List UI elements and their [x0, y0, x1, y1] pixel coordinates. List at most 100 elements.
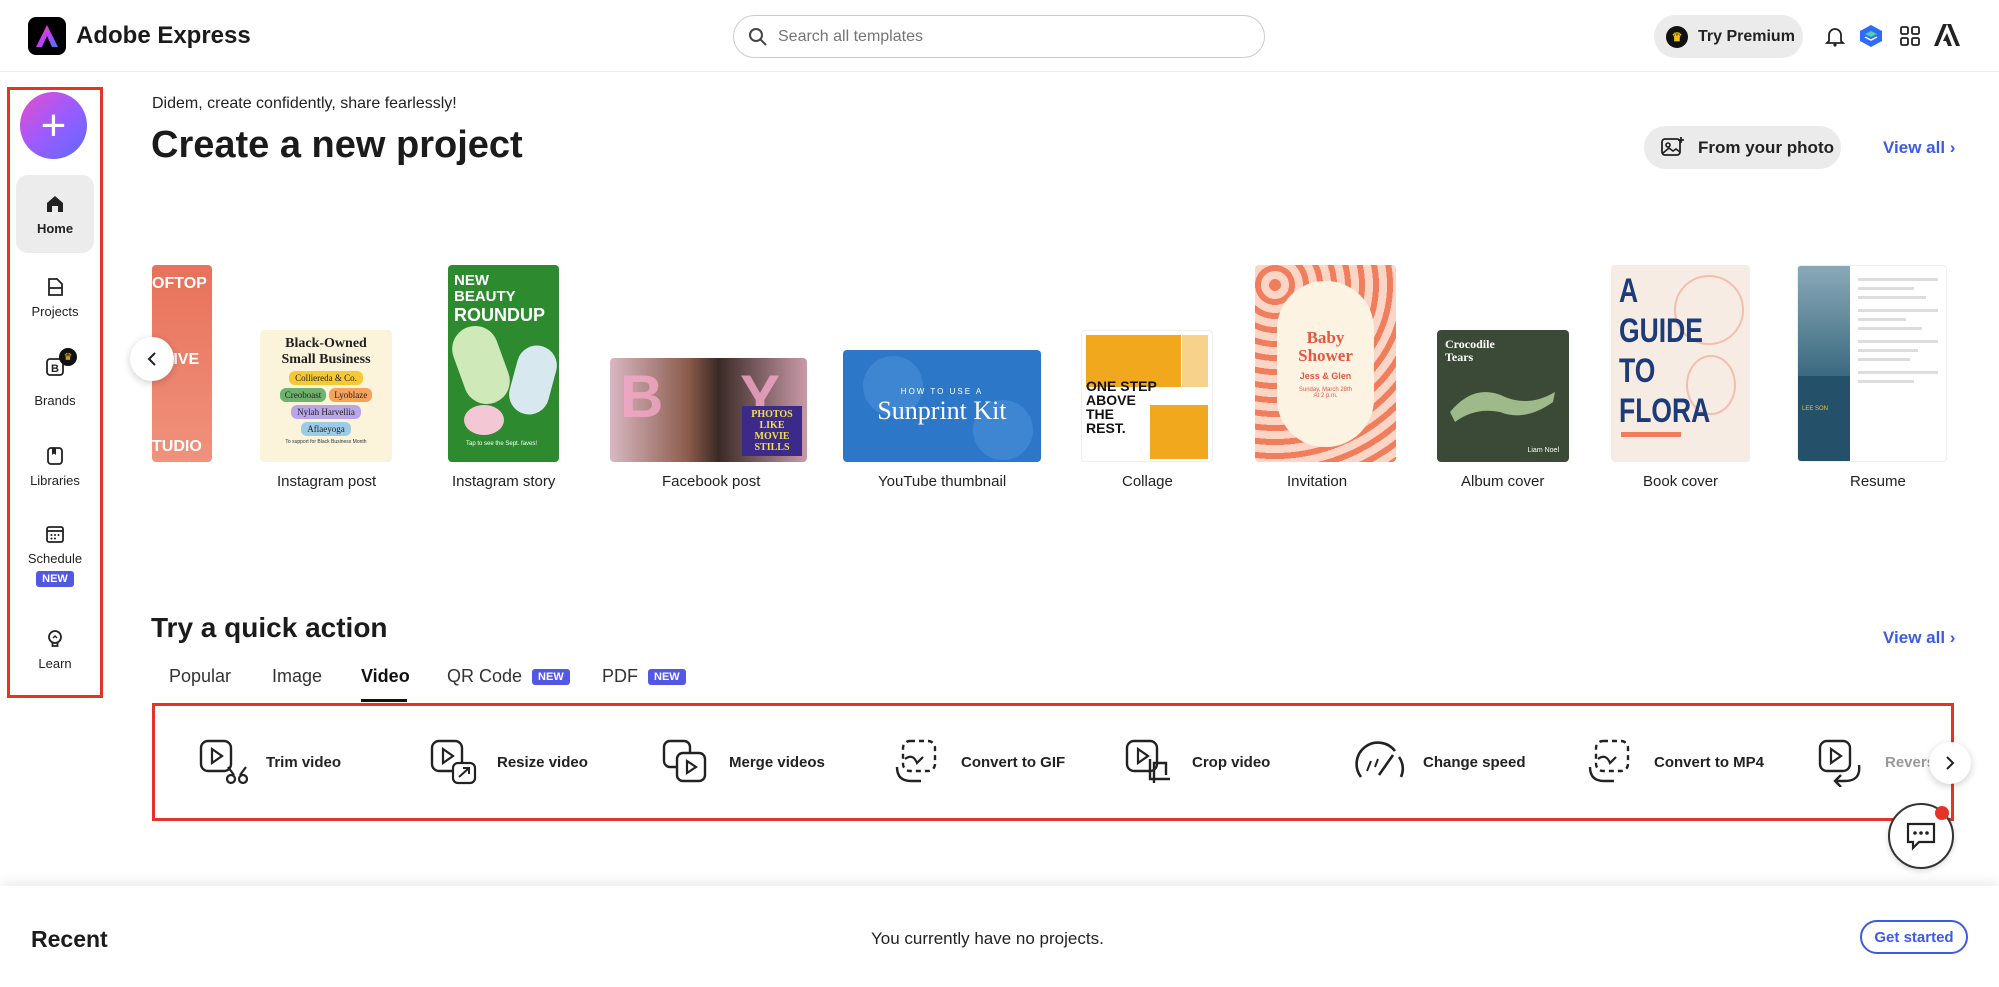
projects-icon: [48, 277, 63, 296]
apps-grid-icon[interactable]: [1896, 22, 1924, 50]
tab-pdf[interactable]: PDF NEW: [602, 666, 686, 687]
speedometer-icon: [1355, 741, 1405, 778]
carousel-previous-button[interactable]: [130, 337, 174, 381]
tab-label: Popular: [169, 666, 232, 686]
quick-action-crop-video[interactable]: Crop video: [1124, 706, 1270, 818]
svg-text:B: B: [51, 363, 59, 375]
template-label: Album cover: [1461, 473, 1545, 490]
view-all-templates-link[interactable]: View all ›: [1883, 138, 1955, 158]
search-input[interactable]: [778, 27, 1218, 46]
view-all-label: View all: [1883, 138, 1946, 157]
quick-action-resize-video[interactable]: Resize video: [429, 706, 588, 818]
active-tab-indicator: [361, 699, 407, 702]
template-label: Invitation: [1287, 473, 1348, 490]
template-thumbnail: A GUIDE TO FLORA: [1611, 265, 1750, 462]
adobe-icon[interactable]: [1933, 22, 1961, 50]
quick-action-label: Resize video: [497, 753, 588, 771]
notifications-bell-icon[interactable]: [1821, 22, 1849, 50]
recent-title: Recent: [31, 926, 108, 952]
sidebar-item-brands[interactable]: B ♛ Brands: [16, 343, 94, 421]
template-text: Nylah Harvellia: [291, 405, 361, 419]
from-your-photo-label: From your photo: [1698, 137, 1834, 157]
quick-action-change-speed[interactable]: Change speed: [1355, 706, 1526, 818]
template-text: TUDIO: [152, 438, 202, 455]
top-bar: Adobe Express ♛ Try Premium: [0, 0, 1999, 72]
template-text: FLORA: [1619, 392, 1711, 430]
template-text: ONE STEP: [1086, 378, 1157, 394]
reverse-video-icon: [1818, 739, 1861, 787]
convert-to-gif-icon: [895, 739, 937, 783]
quick-action-reverse-video[interactable]: Revers: [1817, 706, 1935, 818]
sidebar-item-libraries[interactable]: Libraries: [16, 427, 94, 505]
tab-popular[interactable]: Popular: [169, 666, 231, 687]
merge-videos-icon: [662, 739, 707, 783]
template-text: Sunprint Kit: [877, 395, 1007, 425]
template-text: A: [1619, 272, 1639, 310]
adobe-express-logo[interactable]: [28, 17, 66, 55]
tab-label: Video: [361, 666, 410, 686]
template-label: Instagram story: [452, 473, 556, 490]
quick-action-trim-video[interactable]: Trim video: [198, 706, 341, 818]
template-label: Facebook post: [662, 473, 761, 490]
template-text: Jess & Glen: [1299, 371, 1352, 381]
template-text: NEW BEAUTY: [454, 272, 516, 305]
photo-add-icon: [1661, 136, 1684, 156]
template-text: HOW TO USE A: [900, 386, 984, 396]
template-thumbnail: Crocodile Tears Liam Noel: [1437, 330, 1569, 462]
try-premium-label: Try Premium: [1698, 27, 1795, 45]
avatar[interactable]: [1857, 22, 1885, 50]
template-thumbnail: LEE SON: [1797, 265, 1947, 462]
quick-action-label: Change speed: [1423, 753, 1526, 771]
sidebar-item-home[interactable]: Home: [16, 175, 94, 253]
quick-action-label: Revers: [1885, 753, 1936, 771]
create-new-button[interactable]: +: [20, 92, 87, 159]
template-label: Collage: [1122, 473, 1173, 490]
template-text: Colliereda & Co.: [289, 371, 363, 385]
sidebar-item-projects[interactable]: Projects: [16, 258, 94, 336]
template-text: Black-Owned: [285, 336, 367, 351]
template-thumbnail: HOW TO USE A Sunprint Kit: [843, 350, 1041, 462]
template-text: Tap to see the Sept. faves!: [466, 441, 538, 447]
view-all-label: View all: [1883, 628, 1946, 647]
trim-video-icon: [199, 739, 248, 785]
tab-qr-code[interactable]: QR Code NEW: [447, 666, 570, 687]
tab-video[interactable]: Video: [361, 666, 410, 687]
libraries-icon: [47, 446, 63, 465]
premium-crown-icon: ♛: [59, 348, 77, 366]
greeting-text: Didem, create confidently, share fearles…: [152, 95, 457, 112]
quick-action-convert-to-gif[interactable]: Convert to GIF: [893, 706, 1065, 818]
template-text: MOVIE STILLS: [754, 431, 790, 453]
quick-action-label: Convert to GIF: [961, 753, 1066, 771]
template-text: PHOTOS LIKE: [751, 409, 793, 431]
resize-video-icon: [430, 739, 477, 785]
view-all-quick-actions-link[interactable]: View all ›: [1883, 628, 1955, 648]
from-your-photo-button[interactable]: From your photo: [1644, 126, 1841, 169]
template-text: ABOVE: [1086, 392, 1136, 408]
chevron-left-icon: [147, 352, 156, 366]
recent-empty-message: You currently have no projects.: [871, 929, 1104, 948]
adobe-express-logo-icon: [36, 25, 58, 47]
sidebar-item-label: Libraries: [30, 472, 80, 488]
get-started-button[interactable]: Get started: [1860, 920, 1968, 954]
notification-dot: [1935, 806, 1949, 820]
sidebar: + Home Projects B ♛ Brands Libraries Sch…: [7, 87, 103, 698]
template-text: REST.: [1086, 420, 1126, 436]
quick-action-title: Try a quick action: [151, 612, 388, 643]
template-text: OFTOP: [152, 275, 207, 292]
quick-action-merge-videos[interactable]: Merge videos: [661, 706, 825, 818]
search-bar[interactable]: [733, 15, 1265, 58]
page-title: Create a new project: [151, 124, 523, 166]
try-premium-button[interactable]: ♛ Try Premium: [1654, 15, 1803, 58]
quick-action-convert-to-mp4[interactable]: Convert to MP4: [1586, 706, 1764, 818]
sidebar-item-label: Brands: [34, 393, 76, 408]
tab-image[interactable]: Image: [272, 666, 322, 687]
chevron-right-icon: ›: [1949, 138, 1956, 157]
template-text: Aflaeyoga: [301, 422, 351, 436]
template-thumbnail: NEW BEAUTY ROUNDUP Tap to see the Sept. …: [448, 265, 559, 462]
quick-actions-next-button[interactable]: [1929, 742, 1971, 784]
sidebar-item-learn[interactable]: Learn: [16, 610, 94, 688]
crown-icon: ♛: [1666, 25, 1688, 48]
recent-panel: Recent You currently have no projects. G…: [0, 886, 1999, 987]
quick-action-label: Crop video: [1192, 753, 1271, 771]
sidebar-item-schedule[interactable]: Schedule NEW: [16, 510, 94, 600]
